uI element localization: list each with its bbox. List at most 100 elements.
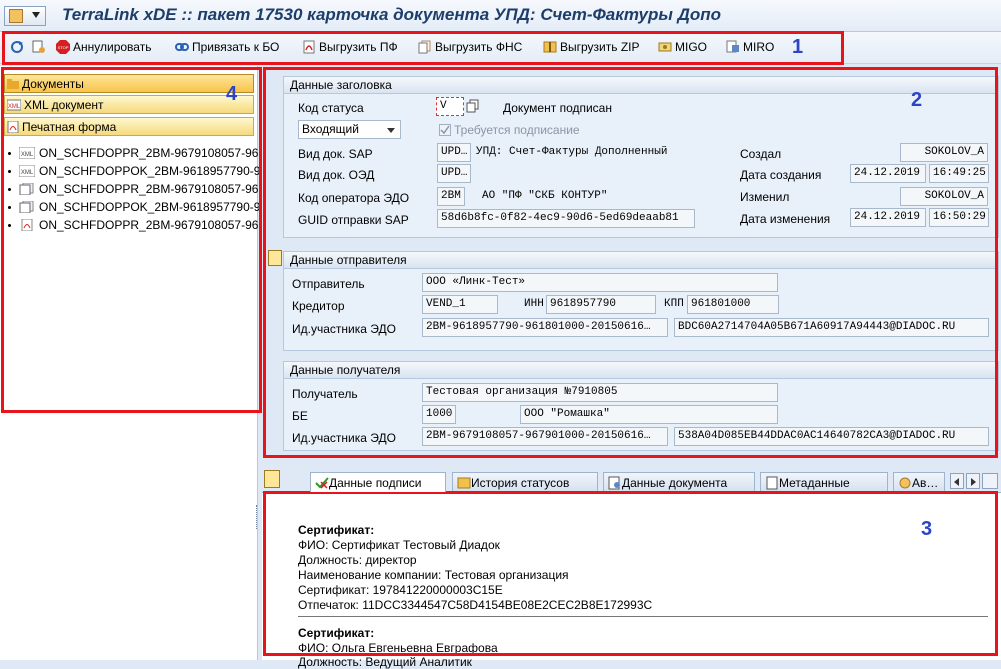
file-item[interactable]: ON_SCHFDOPPOK_2BM-9618957790-9 xyxy=(8,200,260,214)
tab-signature-data[interactable]: Данные подписи xyxy=(310,472,446,492)
changed-by-label: Изменил xyxy=(740,190,790,204)
link-icon xyxy=(175,43,189,51)
title-bar: TerraLink xDE :: пакет 17530 карточка до… xyxy=(0,0,1001,32)
signature-data-panel: Сертификат: ФИО: Сертификат Тестовый Диа… xyxy=(262,492,1001,669)
tab-list-button[interactable] xyxy=(982,473,998,489)
nav-xml-document[interactable]: XML XML документ xyxy=(4,95,254,114)
file-item[interactable]: XML ON_SCHFDOPPOK_2BM-9618957790-9 xyxy=(8,164,260,178)
export-pf-button[interactable]: Выгрузить ПФ xyxy=(302,40,398,54)
status-code-field[interactable]: V xyxy=(436,97,464,116)
inn-field[interactable]: 9618957790 xyxy=(546,295,656,314)
splitter-handle[interactable] xyxy=(256,505,259,529)
changed-date-field[interactable]: 24.12.2019 xyxy=(850,208,926,227)
direction-select[interactable]: Входящий xyxy=(298,120,401,139)
bind-bo-button[interactable]: Привязать к БО xyxy=(175,40,279,54)
guid-field[interactable]: 58d6b8fc-0f82-4ec9-90d6-5ed69deaab81 xyxy=(437,209,695,228)
created-date-field[interactable]: 24.12.2019 xyxy=(850,164,926,183)
sender-edo-id-field[interactable]: 2BM-9618957790-961801000-20150616… xyxy=(422,318,668,337)
sender-field[interactable]: ООО «Линк-Тест» xyxy=(422,273,778,292)
refresh-button[interactable] xyxy=(10,40,24,54)
miro-button[interactable]: MIRO xyxy=(726,40,774,54)
receiver-edo-box-field[interactable]: 538A04D085EB44DDAC0AC14640782CA3@DIADOC.… xyxy=(674,427,989,446)
creditor-field[interactable]: VEND_1 xyxy=(422,295,498,314)
annotation-number-4: 4 xyxy=(226,83,238,105)
svg-text:XML: XML xyxy=(21,152,34,158)
be-name-field[interactable]: ООО "Ромашка" xyxy=(520,405,778,424)
refresh-icon xyxy=(11,41,23,53)
cert-title: Сертификат: xyxy=(298,626,375,640)
copy-icon[interactable] xyxy=(466,99,480,113)
file-item[interactable]: ON_SCHFDOPPR_2BM-9679108057-96 xyxy=(8,182,258,196)
bullet xyxy=(8,205,11,209)
created-date-label: Дата создания xyxy=(740,168,822,182)
signing-required-checkbox[interactable] xyxy=(439,124,451,136)
cert-company: Наименование компании: Тестовая организа… xyxy=(298,568,569,582)
edo-doc-type-label: Вид док. ОЭД xyxy=(298,168,375,182)
be-label: БЕ xyxy=(292,409,308,423)
sap-doc-type-field[interactable]: UPD… xyxy=(437,143,471,162)
divider xyxy=(298,616,988,617)
kpp-field[interactable]: 961801000 xyxy=(687,295,779,314)
receiver-edo-id-field[interactable]: 2BM-9679108057-967901000-20150616… xyxy=(422,427,668,446)
tab-document-data[interactable]: Данные документа xyxy=(603,472,755,492)
chevron-left-icon xyxy=(954,478,959,486)
tab-scroll-left-button[interactable] xyxy=(950,473,964,489)
edo-operator-field[interactable]: 2BM xyxy=(437,187,465,206)
tab-more[interactable]: Ав… xyxy=(893,472,945,492)
file-item[interactable]: XML ON_SCHFDOPPR_2BM-9679108057-96 xyxy=(8,146,258,160)
svg-text:STOP: STOP xyxy=(58,45,69,50)
xml-file-icon: XML xyxy=(19,147,35,159)
document-file-icon xyxy=(19,183,34,195)
document-data-icon xyxy=(608,476,620,490)
checkmark-icon xyxy=(440,125,450,135)
annul-button[interactable]: STOP Аннулировать xyxy=(56,40,151,54)
bullet xyxy=(8,151,11,155)
created-time-field[interactable]: 16:49:25 xyxy=(929,164,989,183)
svg-text:XML: XML xyxy=(21,170,34,176)
be-field[interactable]: 1000 xyxy=(422,405,456,424)
tab-scroll-right-button[interactable] xyxy=(966,473,980,489)
sap-doc-type-label: Вид док. SAP xyxy=(298,147,373,161)
cert-position: Должность: директор xyxy=(298,553,417,567)
tab-strip: Данные подписи История статусов Данные д… xyxy=(262,470,1001,492)
annotation-number-1: 1 xyxy=(792,36,804,58)
sap-doc-type-text: УПД: Счет-Фактуры Дополненный xyxy=(476,146,668,158)
chevron-down-icon xyxy=(32,12,40,18)
migo-button[interactable]: MIGO xyxy=(658,40,707,54)
edo-id-label: Ид.участника ЭДО xyxy=(292,431,396,445)
zip-icon xyxy=(543,41,557,53)
sap-menu-icon xyxy=(9,9,23,23)
sender-edo-box-field[interactable]: BDC60A2714704A05B671A60917A94443@DIADOC.… xyxy=(674,318,989,337)
guid-label: GUID отправки SAP xyxy=(298,213,409,227)
pdf-file-icon xyxy=(21,219,33,231)
pdf-icon xyxy=(303,40,315,54)
changed-time-field[interactable]: 16:50:29 xyxy=(929,208,989,227)
export-fns-button[interactable]: Выгрузить ФНС xyxy=(418,40,522,54)
collapse-sender-button[interactable] xyxy=(268,250,282,266)
kpp-label: КПП xyxy=(664,298,684,310)
document-settings-button[interactable] xyxy=(32,40,46,54)
sender-data-section: Данные отправителя Отправитель ООО «Линк… xyxy=(283,251,999,351)
nav-documents[interactable]: Документы xyxy=(4,74,254,93)
tab-metadata[interactable]: Метаданные xyxy=(760,472,888,492)
export-zip-button[interactable]: Выгрузить ZIP xyxy=(543,40,640,54)
pdf-icon xyxy=(7,120,19,133)
chevron-right-icon xyxy=(971,478,976,486)
receiver-field[interactable]: Тестовая организация №7910805 xyxy=(422,383,778,402)
sender-label: Отправитель xyxy=(292,277,365,291)
xml-file-icon: XML xyxy=(19,165,35,177)
navigation-panel: Документы XML XML документ Печатная форм… xyxy=(0,66,260,660)
refresh-icon xyxy=(899,477,911,489)
system-menu-button[interactable] xyxy=(4,6,46,26)
section-title: Данные заголовка xyxy=(284,77,998,94)
file-item[interactable]: ON_SCHFDOPPR_2BM-9679108057-96 xyxy=(8,218,258,232)
signing-required-label: Требуется подписание xyxy=(454,123,580,137)
nav-print-form[interactable]: Печатная форма xyxy=(4,117,254,136)
bullet xyxy=(8,187,11,191)
collapse-tabs-button[interactable] xyxy=(264,470,280,488)
changed-by-field[interactable]: SOKOLOV_A xyxy=(900,187,988,206)
created-by-field[interactable]: SOKOLOV_A xyxy=(900,143,988,162)
bullet xyxy=(8,223,11,227)
edo-doc-type-field[interactable]: UPD… xyxy=(437,164,471,183)
tab-status-history[interactable]: История статусов xyxy=(452,472,598,492)
